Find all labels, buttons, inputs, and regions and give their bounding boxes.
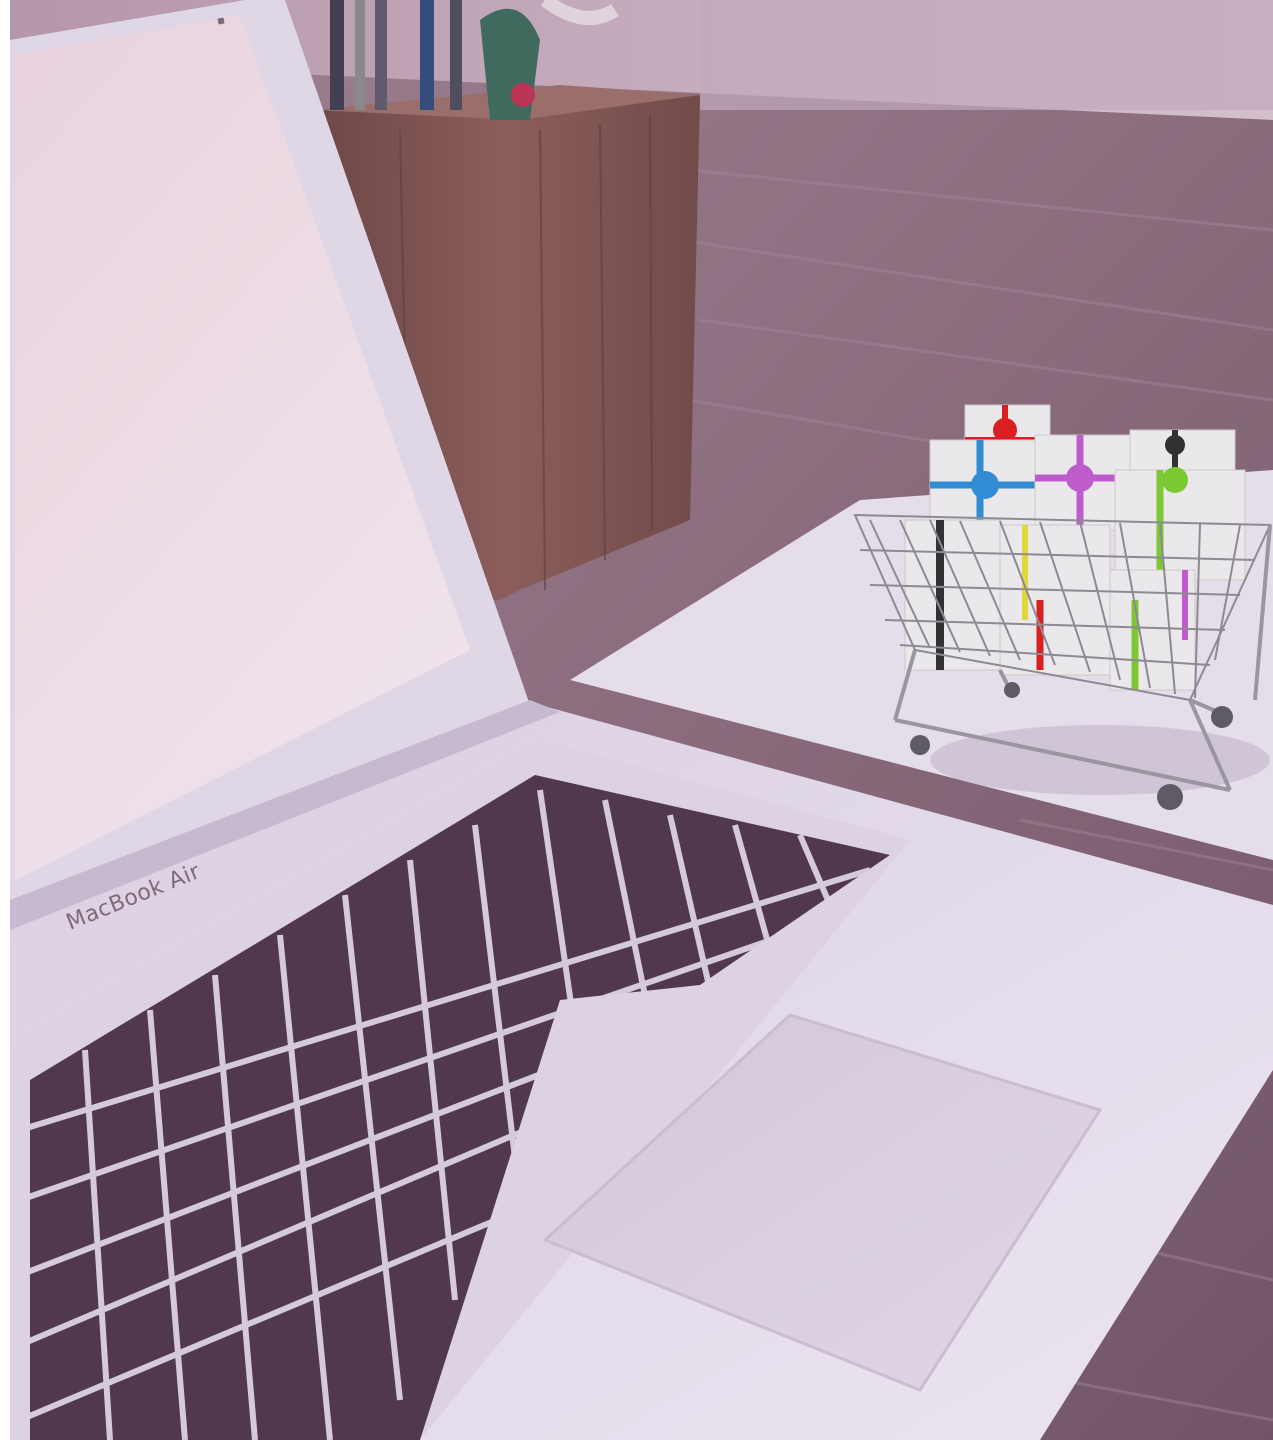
left-border <box>0 0 10 1440</box>
photo-scene: MacBook Air <box>0 0 1273 1440</box>
purple-tint-overlay <box>0 0 1273 1440</box>
